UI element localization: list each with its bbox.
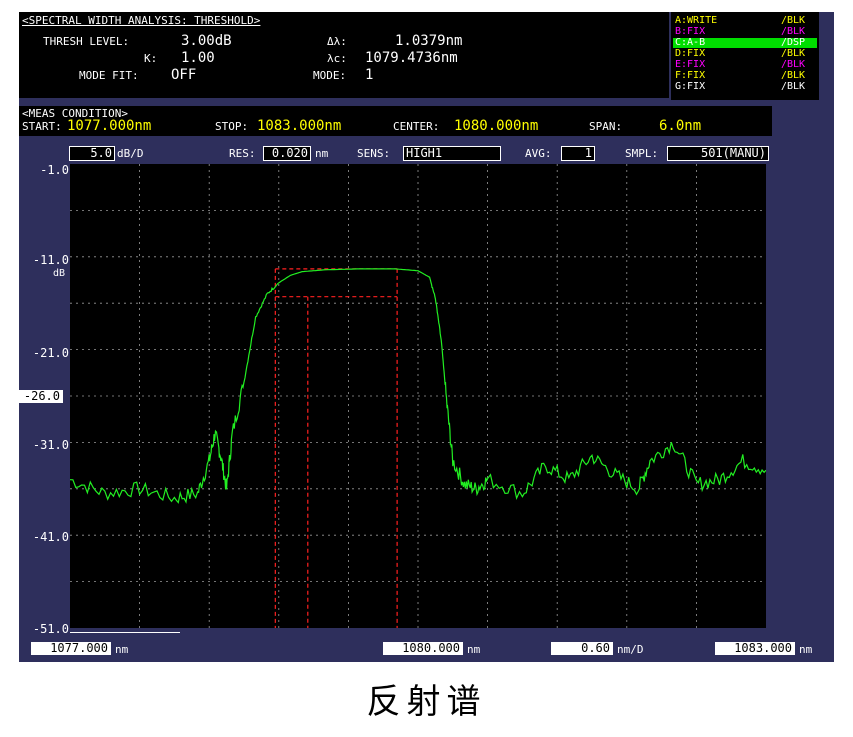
trace-status-row[interactable]: B:FIX/BLK (673, 27, 817, 37)
start-label: START: (22, 120, 62, 133)
trace-state: /BLK (781, 70, 806, 81)
center-label: CENTER: (393, 120, 440, 133)
bottom-scale-line (70, 632, 180, 633)
x-per-div-box[interactable]: 0.60 (551, 642, 613, 655)
x-per-div-unit: nm/D (617, 643, 644, 656)
meas-condition-panel: <MEAS CONDITION> START: 1077.000nm STOP:… (19, 106, 772, 136)
mode-fit-value: OFF (171, 67, 197, 83)
trace-name: B:FIX (675, 26, 706, 37)
trace-state: /DSP (781, 37, 806, 48)
res-label: RES: (229, 147, 256, 160)
x-start-unit: nm (115, 643, 129, 656)
mode-fit-label: MODE FIT: (79, 69, 139, 82)
y-unit-label: dB (52, 268, 65, 279)
span-label: SPAN: (589, 120, 623, 133)
k-value: 1.00 (181, 50, 215, 66)
y-tick-label: -1.0 (40, 163, 69, 177)
trace-name: D:FIX (675, 48, 706, 59)
lambda-c-label: λc: (327, 52, 347, 65)
res-unit: nm (315, 147, 329, 160)
trace-name: A:WRITE (675, 15, 718, 26)
y-tick-label: -21.0 (32, 346, 69, 360)
mode-value: 1 (365, 67, 374, 83)
res-field[interactable]: 0.020 (263, 146, 311, 161)
analysis-title: <SPECTRAL WIDTH ANALYSIS: THRESHOLD> (22, 14, 261, 27)
ref-level-box[interactable]: -26.0 (19, 390, 63, 403)
trace-state: /BLK (781, 26, 806, 37)
avg-field[interactable]: 1 (561, 146, 595, 161)
trace-state: /BLK (781, 48, 806, 59)
sens-field[interactable]: HIGH1 (403, 146, 501, 161)
y-tick-label: -51.0 (32, 622, 69, 636)
mode-label: MODE: (313, 69, 347, 82)
trace-status-row[interactable]: D:FIX/BLK (673, 49, 817, 59)
x-stop-box[interactable]: 1083.000 (715, 642, 795, 655)
thresh-level-label: THRESH LEVEL: (43, 35, 130, 48)
x-stop-unit: nm (799, 643, 813, 656)
analysis-panel: <SPECTRAL WIDTH ANALYSIS: THRESHOLD> THR… (19, 12, 669, 98)
trace-status-row[interactable]: F:FIX/BLK (673, 71, 817, 81)
trace-status-row[interactable]: G:FIX/BLK (673, 82, 817, 92)
delta-lambda-label: Δλ: (327, 35, 347, 48)
x-start-box[interactable]: 1077.000 (31, 642, 111, 655)
trace-state: /BLK (781, 59, 806, 70)
smpl-label: SMPL: (625, 147, 659, 160)
center-value: 1080.000nm (454, 118, 539, 134)
caption: 反射谱 (366, 682, 487, 722)
smpl-field[interactable]: 501(MANU) (667, 146, 769, 161)
scale-field[interactable]: 5.0 (69, 146, 115, 161)
sens-label: SENS: (357, 147, 391, 160)
trace-status-row[interactable]: E:FIX/BLK (673, 60, 817, 70)
trace-name: C:A-B (675, 37, 706, 48)
k-label: K: (144, 52, 158, 65)
thresh-level-value: 3.00dB (181, 33, 232, 49)
trace-status-row[interactable]: A:WRITE/BLK (673, 16, 817, 26)
y-tick-label: -31.0 (32, 438, 69, 452)
x-center-unit: nm (467, 643, 481, 656)
x-center-box[interactable]: 1080.000 (383, 642, 463, 655)
span-value: 6.0nm (659, 118, 702, 134)
start-value: 1077.000nm (67, 118, 152, 134)
trace-state: /BLK (781, 15, 806, 26)
delta-lambda-value: 1.0379nm (395, 33, 463, 49)
y-tick-label: -41.0 (32, 530, 69, 544)
stop-label: STOP: (215, 120, 249, 133)
stop-value: 1083.000nm (257, 118, 342, 134)
y-tick-label: -11.0 (32, 253, 69, 267)
trace-state: /BLK (781, 81, 806, 92)
scale-unit: dB/D (117, 147, 144, 160)
trace-name: E:FIX (675, 59, 706, 70)
osa-screen: <SPECTRAL WIDTH ANALYSIS: THRESHOLD> THR… (19, 12, 834, 662)
trace-status-row[interactable]: C:A-B/DSP (673, 38, 817, 48)
trace-name: F:FIX (675, 70, 706, 81)
lambda-c-value: 1079.4736nm (365, 50, 458, 66)
trace-name: G:FIX (675, 81, 706, 92)
spectrum-plot (70, 164, 766, 628)
avg-label: AVG: (525, 147, 552, 160)
